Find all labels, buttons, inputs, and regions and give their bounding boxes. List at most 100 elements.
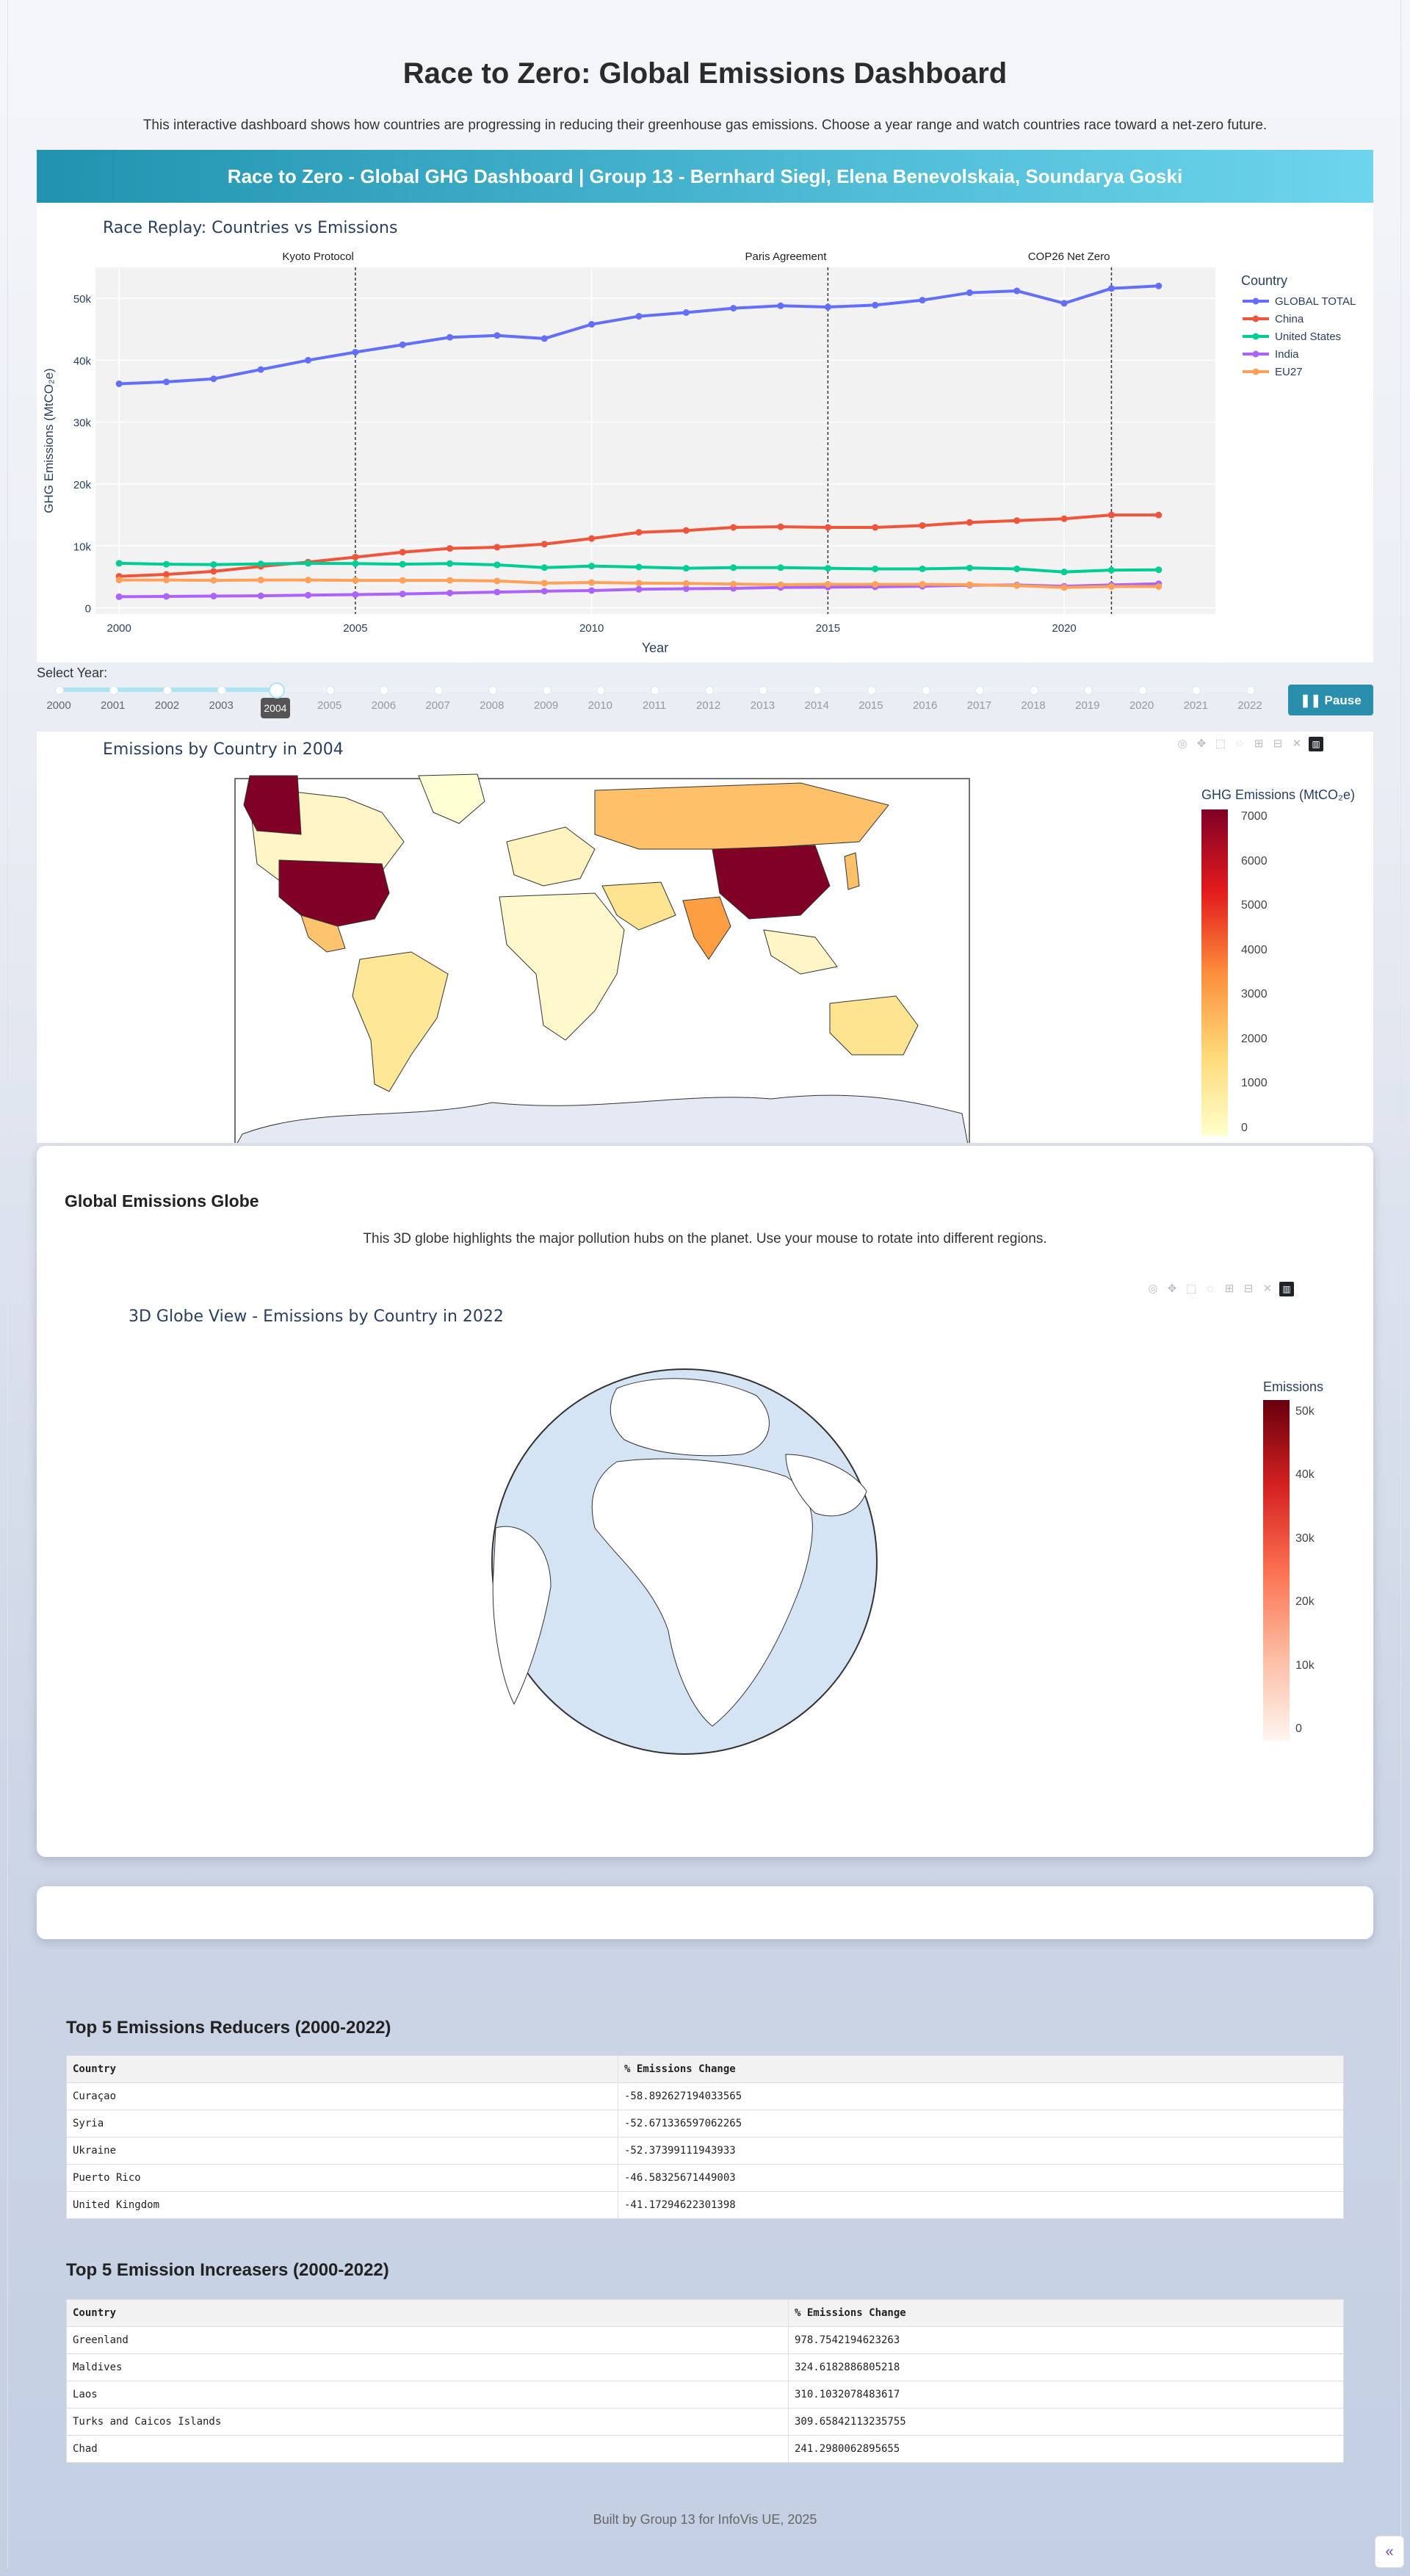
data-point[interactable] [540,588,548,595]
data-point[interactable] [399,577,406,584]
data-point[interactable] [588,563,596,570]
data-point[interactable] [257,560,264,568]
legend-marker[interactable] [1252,350,1259,358]
data-point[interactable] [635,313,643,320]
data-point[interactable] [1107,511,1115,519]
data-point[interactable] [824,524,831,531]
year-slider-selected-label[interactable]: 2004 [260,698,290,718]
data-point[interactable] [305,591,312,599]
data-point[interactable] [635,529,643,536]
data-point[interactable] [1155,566,1163,574]
column-header-country[interactable]: Country [66,2055,618,2083]
year-slider-tick[interactable] [651,686,659,695]
year-slider-tick[interactable] [542,686,552,695]
data-point[interactable] [872,581,879,588]
data-point[interactable] [257,592,264,599]
data-point[interactable] [919,297,926,304]
year-slider-tick-label[interactable]: 2016 [903,699,947,712]
data-point[interactable] [1013,517,1021,524]
data-point[interactable] [1013,565,1021,572]
data-point[interactable] [446,589,454,596]
data-point[interactable] [919,581,926,588]
data-point[interactable] [730,580,737,588]
data-point[interactable] [919,565,926,572]
data-point[interactable] [494,332,501,339]
year-slider-tick[interactable] [55,686,64,695]
year-slider-tick-label[interactable]: 2011 [632,699,676,712]
data-point[interactable] [305,577,312,584]
column-header-change[interactable]: % Emissions Change [788,2299,1344,2327]
data-point[interactable] [115,577,123,584]
legend-label[interactable]: India [1275,348,1299,361]
data-point[interactable] [210,568,217,575]
year-slider-tick-label[interactable]: 2022 [1228,699,1272,712]
data-point[interactable] [494,561,501,569]
data-point[interactable] [446,577,454,584]
year-slider-tick[interactable] [921,686,930,695]
year-slider-tick[interactable] [867,686,876,695]
data-point[interactable] [824,581,831,588]
year-slider-tick[interactable] [704,686,714,695]
data-point[interactable] [163,378,170,386]
data-point[interactable] [872,301,879,309]
data-point[interactable] [872,524,879,531]
data-point[interactable] [635,563,643,571]
data-point[interactable] [1155,282,1163,289]
data-point[interactable] [777,302,784,309]
year-slider-tick[interactable] [488,686,497,695]
data-point[interactable] [494,577,501,585]
data-point[interactable] [540,564,548,571]
data-point[interactable] [1155,511,1163,519]
data-point[interactable] [540,541,548,548]
data-point[interactable] [210,561,217,569]
legend-marker[interactable] [1252,315,1259,322]
data-point[interactable] [115,380,123,387]
year-slider-tick[interactable] [1138,686,1147,695]
data-point[interactable] [540,580,548,587]
data-point[interactable] [352,553,359,560]
data-point[interactable] [966,564,973,571]
year-slider-tick-label[interactable]: 2015 [849,699,893,712]
year-slider-tick-label[interactable]: 2007 [416,699,460,712]
data-point[interactable] [682,309,690,317]
data-point[interactable] [399,591,406,598]
year-slider-tick[interactable] [1246,686,1255,695]
data-point[interactable] [257,366,264,373]
year-slider-tick[interactable] [1083,686,1093,695]
data-point[interactable] [210,593,217,600]
year-slider-tick-label[interactable]: 2000 [37,699,81,712]
year-slider-tick-label[interactable]: 2018 [1011,699,1055,712]
year-slider-tick[interactable] [109,686,118,695]
year-slider-tick-label[interactable]: 2014 [795,699,839,712]
data-point[interactable] [730,524,737,531]
data-point[interactable] [824,303,831,311]
year-slider-tick-label[interactable]: 2012 [687,699,731,712]
data-point[interactable] [305,356,312,364]
data-point[interactable] [494,588,501,596]
data-point[interactable] [163,560,170,568]
data-point[interactable] [399,341,406,348]
data-point[interactable] [352,591,359,598]
year-slider-tick[interactable] [325,686,335,695]
data-point[interactable] [446,333,454,341]
legend-marker[interactable] [1252,368,1259,375]
pause-button[interactable]: ❚❚ Pause [1288,685,1373,715]
data-point[interactable] [352,577,359,584]
data-point[interactable] [494,544,501,551]
collapse-icon[interactable]: « [1375,2536,1404,2568]
data-point[interactable] [966,581,973,588]
data-point[interactable] [682,527,690,534]
data-point[interactable] [210,577,217,584]
data-point[interactable] [635,585,643,593]
data-point[interactable] [919,522,926,529]
data-point[interactable] [777,564,784,571]
data-point[interactable] [777,581,784,588]
year-slider-tick-label[interactable]: 2013 [740,699,784,712]
data-point[interactable] [1107,285,1115,292]
data-point[interactable] [352,348,359,356]
legend-marker[interactable] [1252,297,1259,305]
data-point[interactable] [588,579,596,586]
world-map[interactable] [37,732,1373,1143]
data-point[interactable] [730,564,737,571]
data-point[interactable] [1013,287,1021,295]
